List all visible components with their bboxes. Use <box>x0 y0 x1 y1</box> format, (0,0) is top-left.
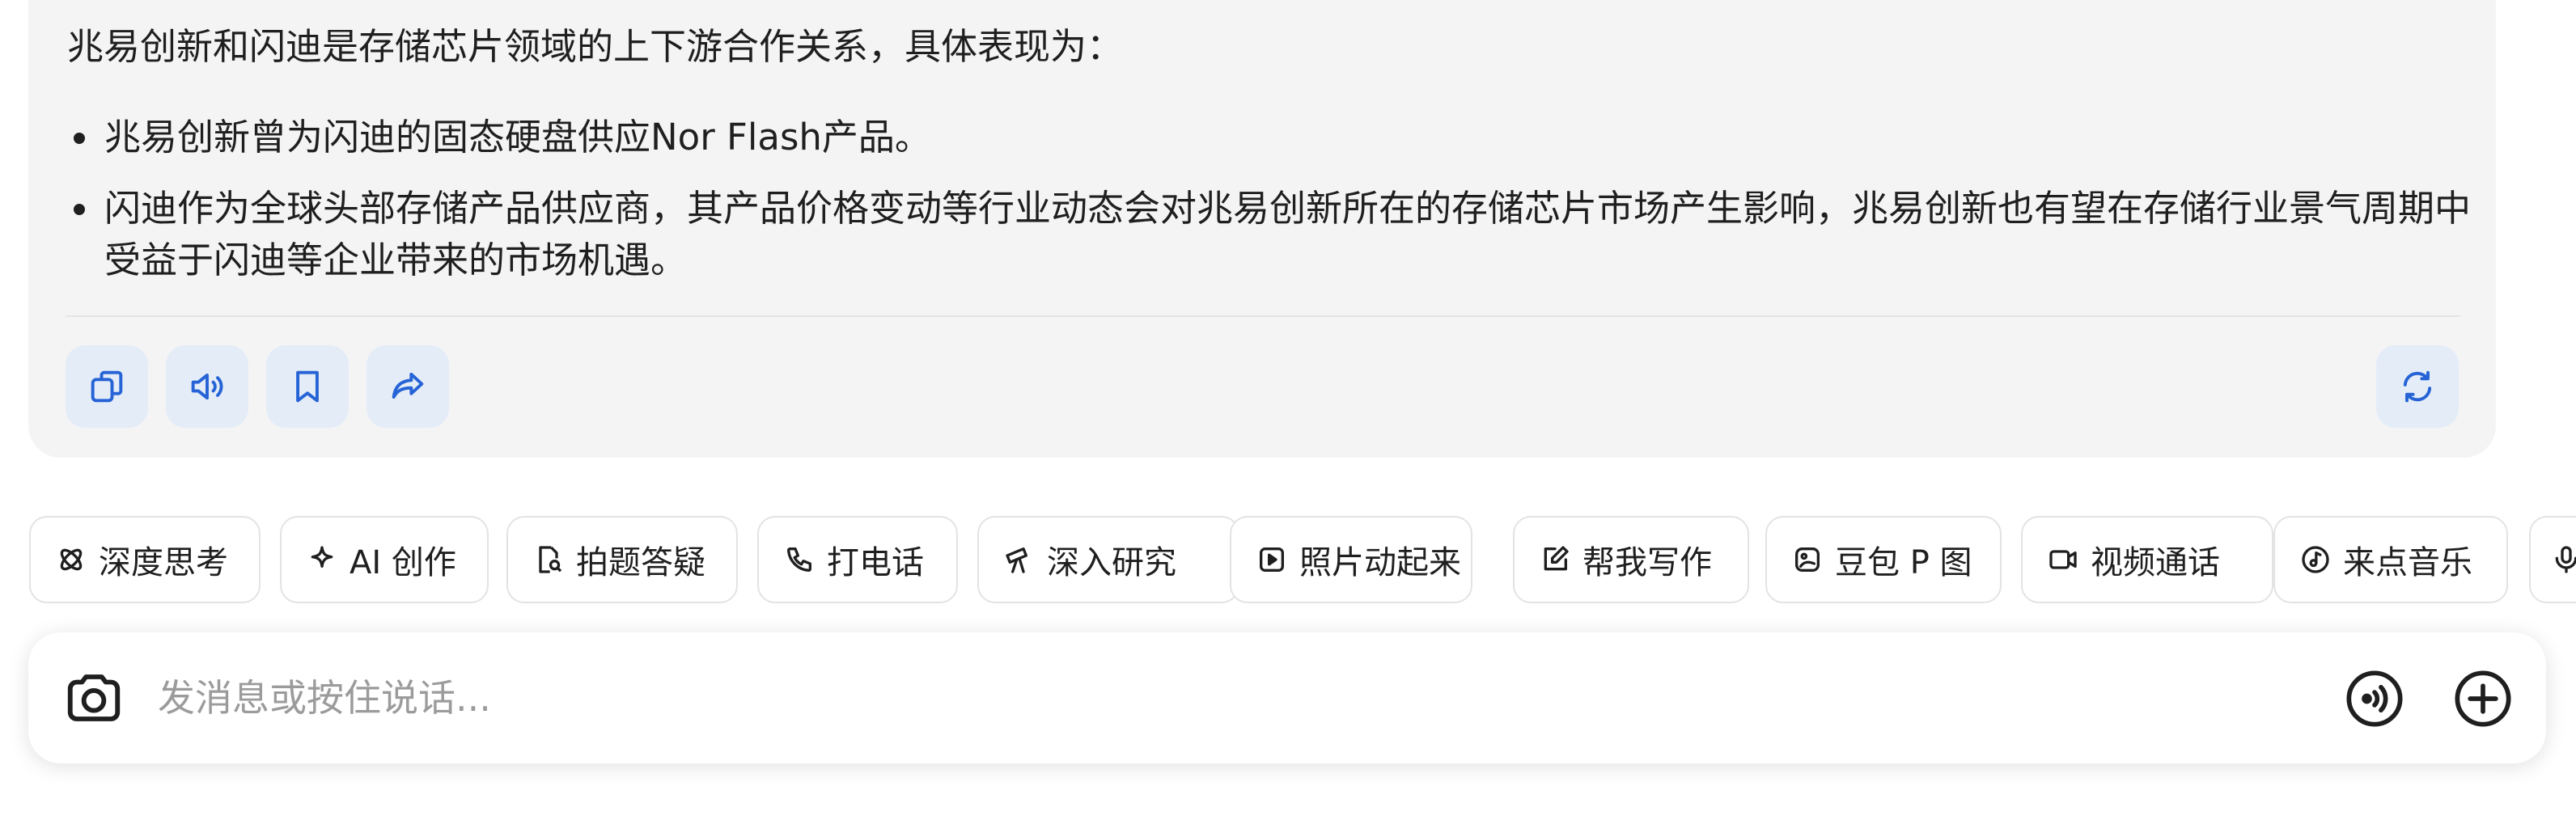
answer-bullet-list: 兆易创新曾为闪迪的固态硬盘供应Nor Flash产品。 闪迪作为全球头部存储产品… <box>67 112 2490 306</box>
bookmark-icon <box>296 370 319 403</box>
read-aloud-button[interactable] <box>166 345 248 428</box>
phone-icon <box>787 547 811 572</box>
edit-icon <box>1544 546 1569 571</box>
chip-label: 照片动起来 <box>1299 544 1461 581</box>
answer-bullet: 闪迪作为全球头部存储产品供应商，其产品价格变动等行业动态会对兆易创新所在的存储芯… <box>67 183 2490 286</box>
image-edit-icon <box>1795 547 1820 572</box>
chip-label: AI 创作 <box>350 544 456 581</box>
chip-label: 拍题答疑 <box>576 544 705 581</box>
share-icon <box>392 372 424 399</box>
copy-button[interactable] <box>66 345 148 428</box>
sparkle-icon <box>311 546 333 568</box>
chip-image-edit[interactable]: 豆包 P 图 <box>1765 516 2002 603</box>
chip-music[interactable]: 来点音乐 <box>2273 516 2508 603</box>
chip-label: 来点音乐 <box>2343 544 2472 581</box>
divider <box>66 315 2460 317</box>
message-input-bar[interactable]: 发消息或按住说话... <box>28 632 2546 763</box>
microphone-icon <box>2555 546 2576 573</box>
regenerate-icon <box>2403 370 2432 403</box>
chip-photo-question[interactable]: 拍题答疑 <box>506 516 738 603</box>
answer-intro: 兆易创新和闪迪是存储芯片领域的上下游合作关系，具体表现为： <box>67 25 1124 68</box>
chip-help-write[interactable]: 帮我写作 <box>1513 516 1749 603</box>
plus-icon[interactable] <box>2452 668 2514 729</box>
regenerate-button[interactable] <box>2376 345 2459 428</box>
answer-bullet-text: 闪迪作为全球头部存储产品供应商，其产品价格变动等行业动态会对兆易创新所在的存储芯… <box>104 187 2472 281</box>
chip-ai-create[interactable]: AI 创作 <box>280 516 489 603</box>
photo-question-icon <box>539 546 562 573</box>
play-photo-icon <box>1260 547 1284 572</box>
bookmark-button[interactable] <box>266 345 349 428</box>
chip-deep-think[interactable]: 深度思考 <box>29 516 261 603</box>
chip-label: 打电话 <box>827 544 924 581</box>
speaker-icon <box>191 373 223 400</box>
voice-call-icon[interactable] <box>2344 668 2405 729</box>
music-icon <box>2302 546 2329 573</box>
chip-label: 深入研究 <box>1047 544 1176 581</box>
bullet-dot <box>74 204 85 215</box>
copy-icon <box>91 370 123 403</box>
share-button[interactable] <box>366 345 449 428</box>
chip-phone-call[interactable]: 打电话 <box>757 516 958 603</box>
chip-label: 豆包 P 图 <box>1835 544 1972 581</box>
chip-voice[interactable] <box>2529 516 2576 603</box>
bullet-dot <box>74 133 85 144</box>
chip-label: 视频通话 <box>2091 544 2220 581</box>
chip-animate-photo[interactable]: 照片动起来 <box>1230 516 1472 603</box>
chip-deep-research[interactable]: 深入研究 <box>977 516 1239 603</box>
chip-label: 帮我写作 <box>1582 544 1712 581</box>
chip-video-call[interactable]: 视频通话 <box>2021 516 2273 603</box>
deep-think-icon <box>60 548 83 571</box>
message-input[interactable]: 发消息或按住说话... <box>158 673 491 723</box>
camera-icon[interactable] <box>62 666 125 729</box>
video-icon <box>2049 550 2077 569</box>
telescope-icon <box>1006 547 1027 573</box>
answer-card: 兆易创新和闪迪是存储芯片领域的上下游合作关系，具体表现为： 兆易创新曾为闪迪的固… <box>28 0 2496 458</box>
answer-bullet-text: 兆易创新曾为闪迪的固态硬盘供应Nor Flash产品。 <box>104 116 931 159</box>
chip-label: 深度思考 <box>99 544 228 581</box>
answer-bullet: 兆易创新曾为闪迪的固态硬盘供应Nor Flash产品。 <box>67 112 2490 163</box>
